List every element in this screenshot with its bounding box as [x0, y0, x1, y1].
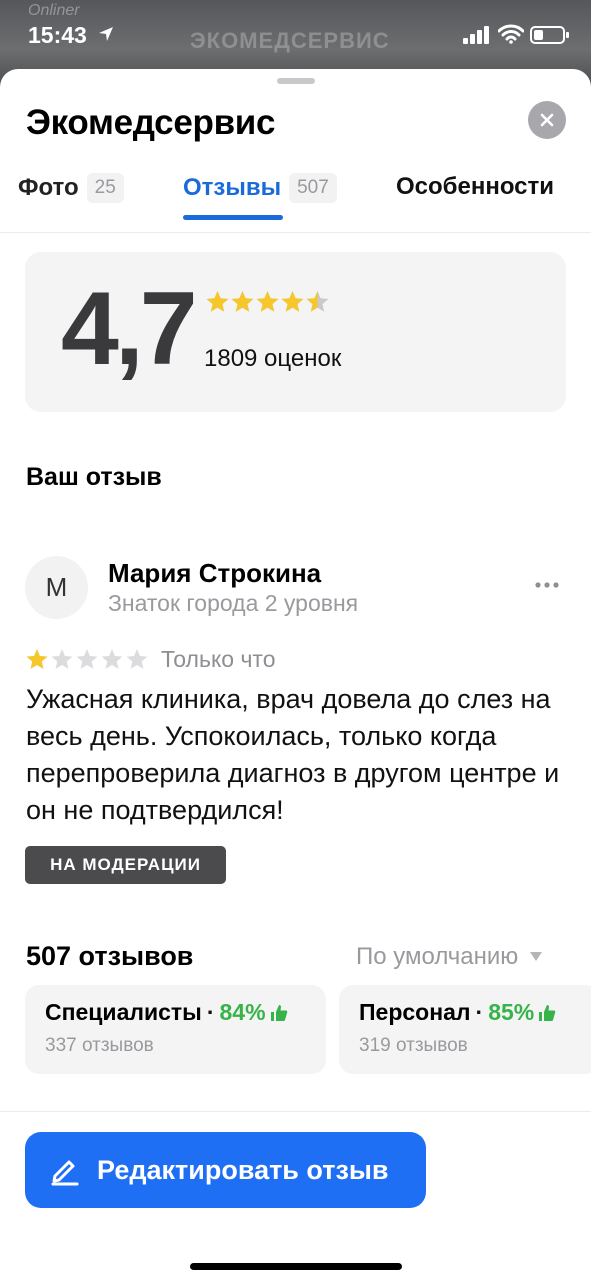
- tab-count: 25: [86, 173, 124, 203]
- sort-select[interactable]: По умолчанию: [356, 943, 543, 971]
- tab-photos[interactable]: Фото 25: [18, 173, 124, 203]
- moderation-badge: НА МОДЕРАЦИИ: [25, 846, 226, 884]
- star-empty: [51, 649, 73, 669]
- tab-label: Отзывы: [183, 174, 282, 201]
- star-filled: [26, 649, 48, 669]
- status-bar: 15:43: [0, 0, 591, 70]
- dropdown-arrow-icon: [530, 952, 543, 961]
- star-empty: [76, 649, 98, 669]
- tab-count: 507: [289, 173, 337, 203]
- thumbs-up-icon: [270, 1004, 287, 1021]
- aspect-percent: 84%: [219, 999, 266, 1025]
- active-tab-indicator: [183, 215, 283, 220]
- aspect-reviews-count: 319 отзывов: [359, 1035, 468, 1056]
- more-options-icon[interactable]: [532, 575, 562, 595]
- location-arrow-icon: [99, 27, 113, 41]
- review-author-name[interactable]: Мария Строкина: [108, 558, 321, 589]
- review-stars: [26, 649, 148, 669]
- bottom-sheet: Экомедсервис Фото 25 Отзывы 507 Особенно…: [0, 69, 591, 1280]
- aspect-percent: 85%: [488, 999, 535, 1025]
- review-time: Только что: [161, 646, 276, 672]
- rating-summary-card: 4,7 1809 оценок: [25, 252, 566, 412]
- aspect-reviews-count: 337 отзывов: [45, 1035, 154, 1056]
- tab-label: Особенности: [396, 173, 555, 200]
- edit-review-label: Редактировать отзыв: [97, 1154, 389, 1185]
- sheet-grabber[interactable]: [277, 78, 315, 84]
- home-indicator: [190, 1263, 402, 1270]
- edit-review-button[interactable]: Редактировать отзыв: [25, 1132, 426, 1208]
- aspect-card-specialists[interactable]: Специалисты · 84% 337 отзывов: [25, 985, 326, 1074]
- aspect-name: Специалисты: [45, 999, 202, 1025]
- tab-bar: Фото 25 Отзывы 507 Особенности: [0, 169, 591, 233]
- aspect-name: Персонал: [359, 999, 471, 1025]
- sort-label: По умолчанию: [356, 943, 519, 970]
- divider: [0, 1111, 591, 1112]
- your-review-heading: Ваш отзыв: [26, 463, 162, 491]
- status-time: 15:43: [28, 22, 87, 48]
- aspect-title: Специалисты · 84%: [45, 999, 288, 1026]
- rating-count: 1809 оценок: [204, 345, 342, 372]
- pencil-icon: [51, 1160, 79, 1186]
- tab-label: Фото: [18, 174, 79, 201]
- tab-features[interactable]: Особенности: [396, 173, 554, 201]
- battery-icon: [530, 26, 569, 44]
- reviews-count: 507 отзывов: [26, 941, 194, 971]
- cellular-signal-icon: [463, 26, 489, 44]
- star-filled: [281, 291, 304, 312]
- star-empty: [101, 649, 123, 669]
- separator-dot: ·: [475, 999, 484, 1025]
- close-icon: [540, 113, 554, 127]
- wifi-icon: [498, 24, 524, 44]
- rating-value: 4,7: [61, 271, 198, 387]
- aspect-card-staff[interactable]: Персонал · 85% 319 отзывов: [339, 985, 591, 1074]
- page-title: Экомедсервис: [26, 103, 276, 142]
- rating-stars: [206, 291, 329, 312]
- close-button[interactable]: [528, 101, 566, 139]
- star-empty: [126, 649, 148, 669]
- tab-reviews[interactable]: Отзывы 507: [183, 173, 337, 203]
- star-filled: [256, 291, 279, 312]
- star-filled: [206, 291, 229, 312]
- avatar-letter: М: [45, 572, 68, 602]
- avatar[interactable]: М: [25, 556, 88, 619]
- review-author-level: Знаток города 2 уровня: [108, 590, 359, 616]
- star-filled: [231, 291, 254, 312]
- separator-dot: ·: [206, 999, 215, 1025]
- aspect-title: Персонал · 85%: [359, 999, 556, 1026]
- review-text: Ужасная клиника, врач довела до слез на …: [26, 684, 560, 825]
- thumbs-up-icon: [539, 1004, 556, 1021]
